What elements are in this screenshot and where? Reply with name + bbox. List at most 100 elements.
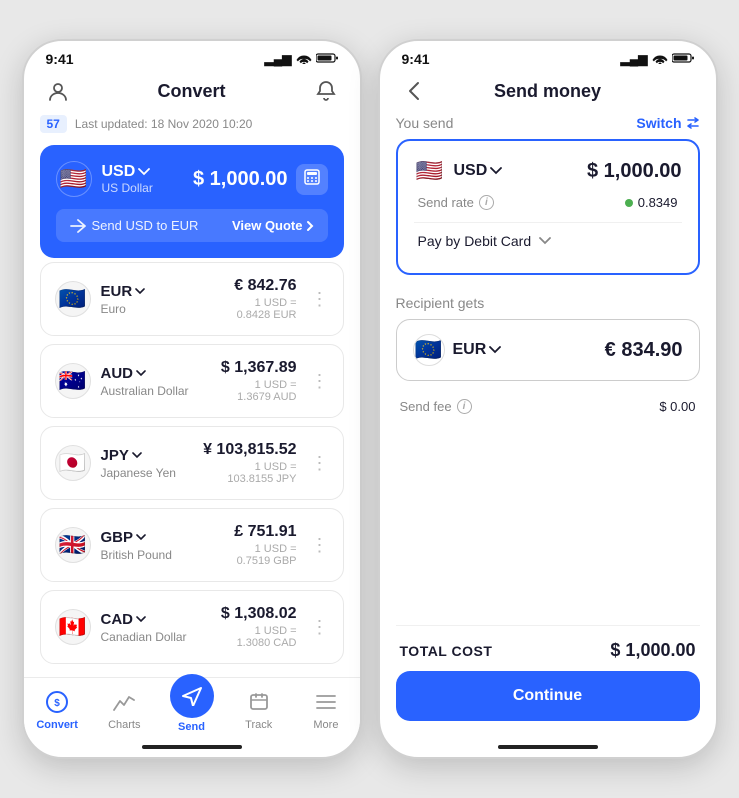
- currency-code: AUD: [101, 365, 189, 382]
- send-fee-value: $ 0.00: [659, 399, 695, 414]
- tab-bar-left: $ Convert Charts Send: [24, 677, 360, 737]
- time-right: 9:41: [402, 51, 430, 67]
- send-tab-circle[interactable]: [170, 674, 214, 718]
- tab-track-label: Track: [245, 719, 272, 731]
- currency-code: EUR: [101, 283, 146, 300]
- currency-list-item[interactable]: 🇪🇺 EUR Euro € 842.76 1 USD =0.8428 EUR ⋮: [40, 262, 344, 336]
- charts-tab-icon: [110, 688, 138, 716]
- recipient-currency-select[interactable]: 🇪🇺 EUR: [413, 334, 502, 366]
- home-indicator-left: [24, 737, 360, 757]
- tab-charts[interactable]: Charts: [91, 688, 158, 731]
- usd-flag: 🇺🇸: [56, 161, 92, 197]
- currency-code: JPY: [101, 447, 176, 464]
- currency-flag: 🇦🇺: [55, 363, 91, 399]
- you-send-card: 🇺🇸 USD $ 1,000.00 Send rate: [396, 139, 700, 275]
- currency-rate: 1 USD =103.8155 JPY: [203, 461, 296, 485]
- currency-rate: 1 USD =0.8428 EUR: [234, 297, 296, 321]
- currency-amount: $ 1,367.89: [221, 359, 297, 377]
- currency-name: Australian Dollar: [101, 384, 189, 398]
- recipient-label: Recipient gets: [396, 295, 700, 311]
- placeholder-right: [668, 77, 696, 105]
- you-send-label-row: You send Switch: [396, 115, 700, 131]
- send-rate-label: Send rate: [418, 195, 474, 210]
- page-title-right: Send money: [428, 81, 668, 102]
- usd-code[interactable]: USD: [102, 163, 153, 181]
- pay-by-label: Pay by Debit Card: [418, 233, 532, 249]
- currency-code: GBP: [101, 529, 172, 546]
- signal-icon-right: ▂▄▆: [621, 52, 648, 66]
- currency-list: 🇪🇺 EUR Euro € 842.76 1 USD =0.8428 EUR ⋮…: [40, 262, 344, 664]
- send-banner[interactable]: Send USD to EUR View Quote: [56, 209, 328, 242]
- currency-rate: 1 USD =0.7519 GBP: [234, 543, 296, 567]
- top-bar-right: Send money: [380, 71, 716, 115]
- left-phone: 9:41 ▂▄▆ Convert: [22, 39, 362, 759]
- currency-list-item[interactable]: 🇦🇺 AUD Australian Dollar $ 1,367.89 1 US…: [40, 344, 344, 418]
- update-bar: 57 Last updated: 18 Nov 2020 10:20: [40, 115, 344, 133]
- back-icon[interactable]: [400, 77, 428, 105]
- send-fee-row: Send fee i $ 0.00: [396, 393, 700, 420]
- you-send-label: You send: [396, 115, 454, 131]
- tab-track[interactable]: Track: [225, 688, 292, 731]
- currency-code: CAD: [101, 611, 187, 628]
- usd-name: US Dollar: [102, 181, 153, 195]
- recipient-amount: € 834.90: [605, 339, 683, 362]
- convert-tab-icon: $: [43, 688, 71, 716]
- currency-list-item[interactable]: 🇯🇵 JPY Japanese Yen ¥ 103,815.52 1 USD =…: [40, 426, 344, 500]
- profile-icon[interactable]: [44, 77, 72, 105]
- you-send-code[interactable]: USD: [454, 162, 503, 180]
- update-badge: 57: [40, 115, 67, 133]
- currency-list-item[interactable]: 🇬🇧 GBP British Pound £ 751.91 1 USD =0.7…: [40, 508, 344, 582]
- more-tab-icon: [312, 688, 340, 716]
- status-icons-right: ▂▄▆: [621, 52, 694, 67]
- total-cost-row: TOTAL COST $ 1,000.00: [396, 625, 700, 671]
- currency-options-icon[interactable]: ⋮: [307, 289, 329, 310]
- currency-amount: ¥ 103,815.52: [203, 441, 296, 459]
- wifi-icon: [296, 52, 312, 67]
- track-tab-icon: [245, 688, 273, 716]
- pay-by-row[interactable]: Pay by Debit Card: [414, 227, 682, 259]
- status-icons-left: ▂▄▆: [265, 52, 338, 67]
- send-rate-info-icon[interactable]: i: [479, 195, 494, 210]
- currency-rate: 1 USD =1.3679 AUD: [221, 379, 297, 403]
- divider-1: [414, 222, 682, 223]
- status-bar-right: 9:41 ▂▄▆: [380, 41, 716, 71]
- continue-button[interactable]: Continue: [396, 671, 700, 721]
- currency-options-icon[interactable]: ⋮: [307, 535, 329, 556]
- main-content-left: 57 Last updated: 18 Nov 2020 10:20 🇺🇸 US: [24, 115, 360, 677]
- total-cost-value: $ 1,000.00: [610, 640, 695, 661]
- send-fee-info-icon[interactable]: i: [457, 399, 472, 414]
- tab-more[interactable]: More: [292, 688, 359, 731]
- tab-send-label: Send: [178, 721, 205, 733]
- status-bar-left: 9:41 ▂▄▆: [24, 41, 360, 71]
- currency-list-item[interactable]: 🇨🇦 CAD Canadian Dollar $ 1,308.02 1 USD …: [40, 590, 344, 664]
- bell-icon[interactable]: [312, 77, 340, 105]
- rate-green-dot: [625, 199, 633, 207]
- currency-name: Canadian Dollar: [101, 630, 187, 644]
- tab-more-label: More: [313, 719, 338, 731]
- currency-options-icon[interactable]: ⋮: [307, 617, 329, 638]
- you-send-amount: $ 1,000.00: [587, 160, 682, 183]
- tab-convert[interactable]: $ Convert: [24, 688, 91, 731]
- send-rate-row: Send rate i 0.8349: [414, 187, 682, 218]
- you-send-currency-select[interactable]: 🇺🇸 USD: [414, 155, 503, 187]
- recipient-code[interactable]: EUR: [453, 341, 502, 359]
- currency-name: Euro: [101, 302, 146, 316]
- tab-send[interactable]: Send: [158, 686, 225, 733]
- total-cost-label: TOTAL COST: [400, 643, 493, 659]
- send-fee-label: Send fee: [400, 399, 452, 414]
- view-quote-link[interactable]: View Quote: [232, 218, 314, 233]
- send-rate-value: 0.8349: [625, 195, 678, 210]
- battery-icon: [316, 52, 338, 67]
- update-text: Last updated: 18 Nov 2020 10:20: [75, 117, 252, 131]
- switch-button[interactable]: Switch: [636, 115, 699, 131]
- calculator-icon[interactable]: [296, 164, 328, 195]
- main-currency-card[interactable]: 🇺🇸 USD US Dollar $ 1,000.0: [40, 145, 344, 258]
- currency-name: British Pound: [101, 548, 172, 562]
- currency-options-icon[interactable]: ⋮: [307, 453, 329, 474]
- currency-flag: 🇯🇵: [55, 445, 91, 481]
- recipient-section: Recipient gets 🇪🇺 EUR: [396, 295, 700, 420]
- home-indicator-right: [380, 737, 716, 757]
- recipient-card: 🇪🇺 EUR € 834.90: [396, 319, 700, 381]
- currency-options-icon[interactable]: ⋮: [307, 371, 329, 392]
- page-title-left: Convert: [72, 81, 312, 102]
